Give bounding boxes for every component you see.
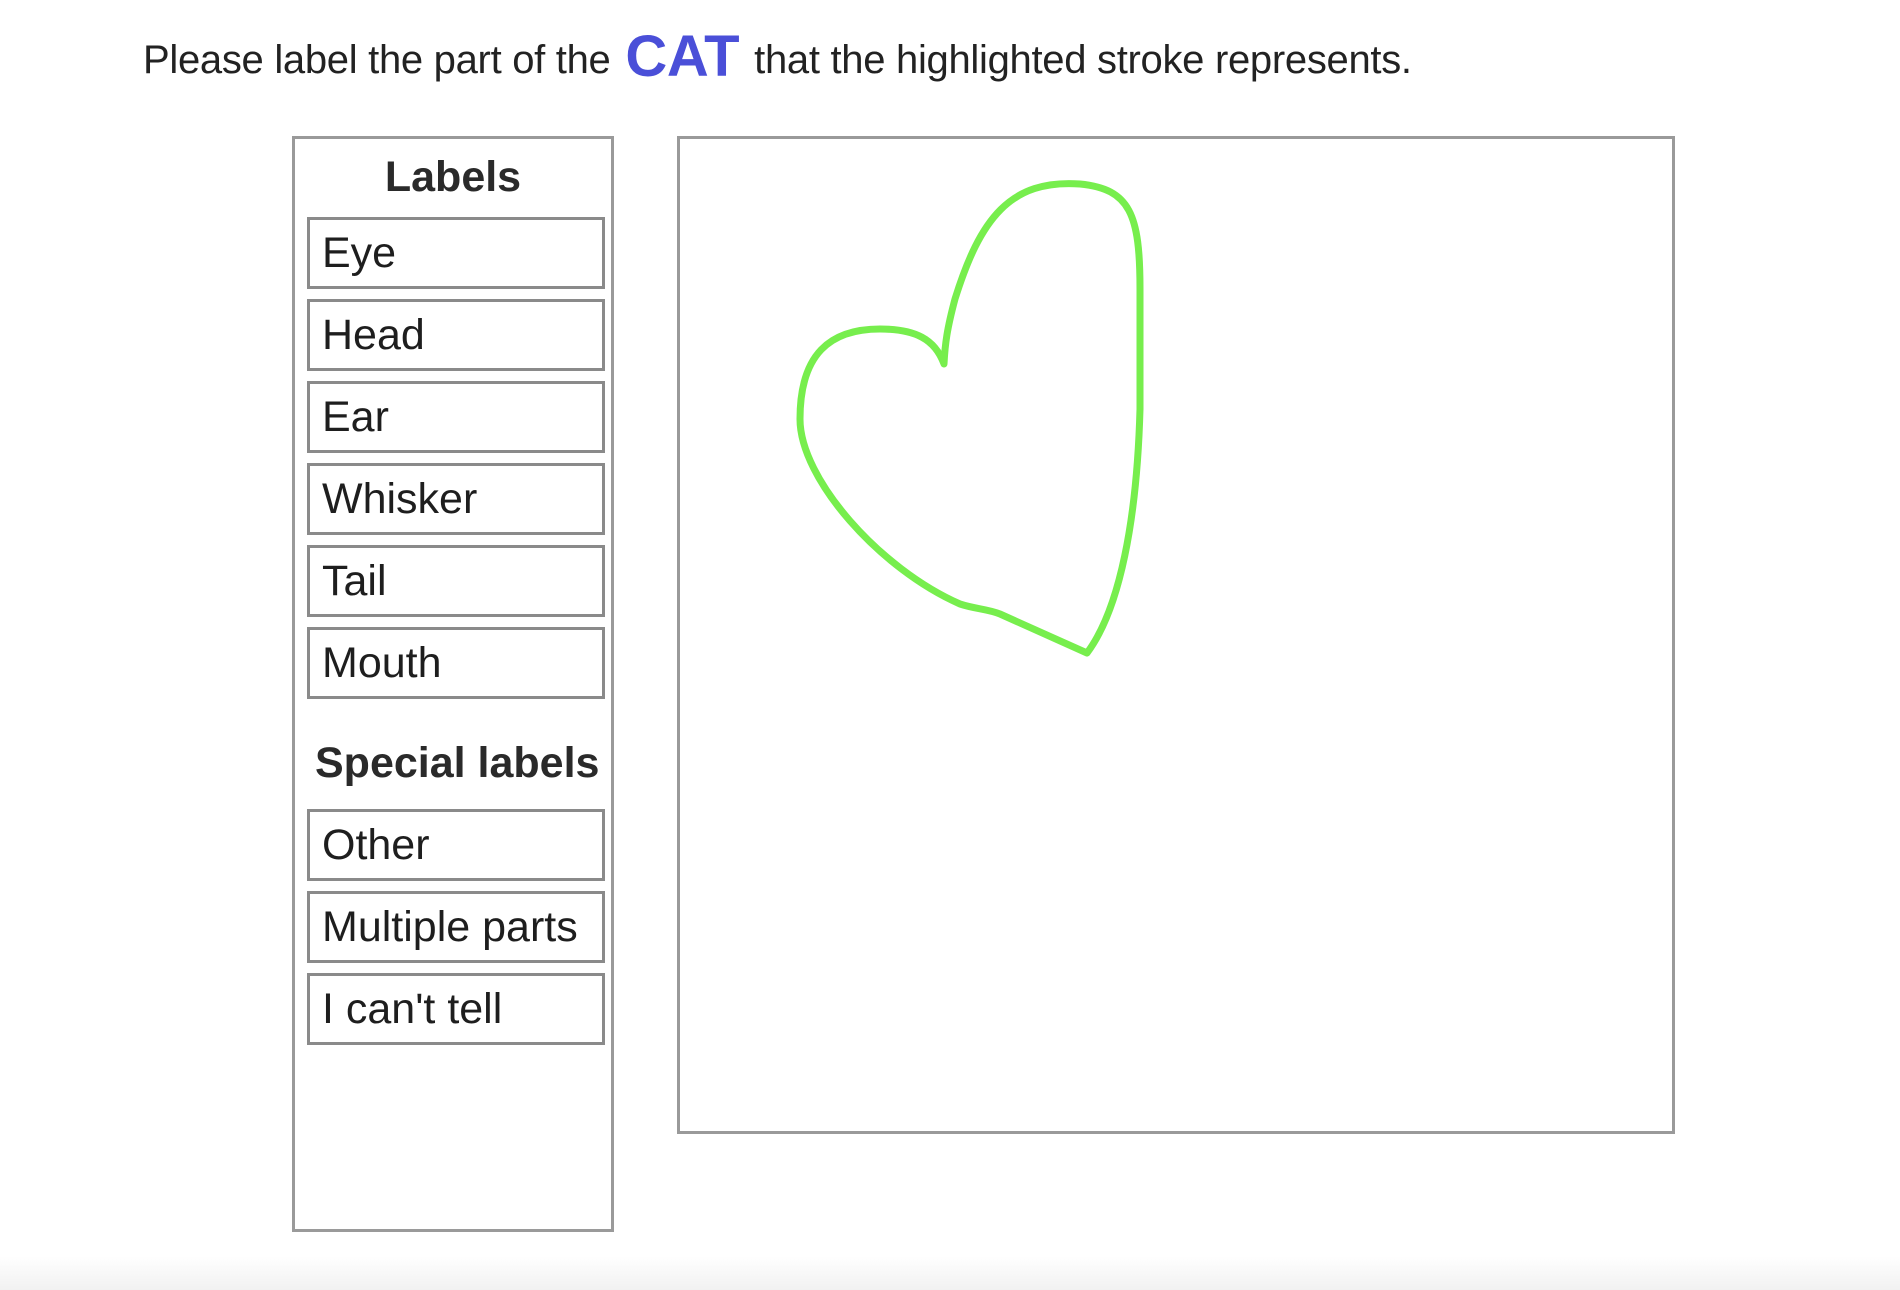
labels-panel: Labels Eye Head Ear Whisker Tail Mouth S… (292, 136, 614, 1232)
sketch-svg (796, 180, 1144, 657)
category-name: CAT (625, 24, 740, 89)
instruction-suffix: that the highlighted stroke represents. (754, 38, 1412, 82)
labels-heading: Labels (384, 153, 522, 201)
label-button-other[interactable]: Other (307, 809, 605, 881)
label-button-multiple-parts[interactable]: Multiple parts (307, 891, 605, 963)
label-button-ear[interactable]: Ear (307, 381, 605, 453)
label-button-whisker[interactable]: Whisker (307, 463, 605, 535)
labeling-page: Please label the part of the CAT that th… (0, 0, 1900, 1290)
label-button-mouth[interactable]: Mouth (307, 627, 605, 699)
special-labels-heading: Special labels (315, 739, 600, 787)
label-button-tail[interactable]: Tail (307, 545, 605, 617)
drawing-canvas (677, 136, 1675, 1134)
label-button-eye[interactable]: Eye (307, 217, 605, 289)
label-button-head[interactable]: Head (307, 299, 605, 371)
page-bottom-shadow (0, 1256, 1900, 1290)
highlighted-stroke (796, 180, 1144, 657)
instruction-prefix: Please label the part of the (143, 38, 611, 82)
instruction-text: Please label the part of the CAT that th… (143, 22, 1412, 92)
label-button-cant-tell[interactable]: I can't tell (307, 973, 605, 1045)
